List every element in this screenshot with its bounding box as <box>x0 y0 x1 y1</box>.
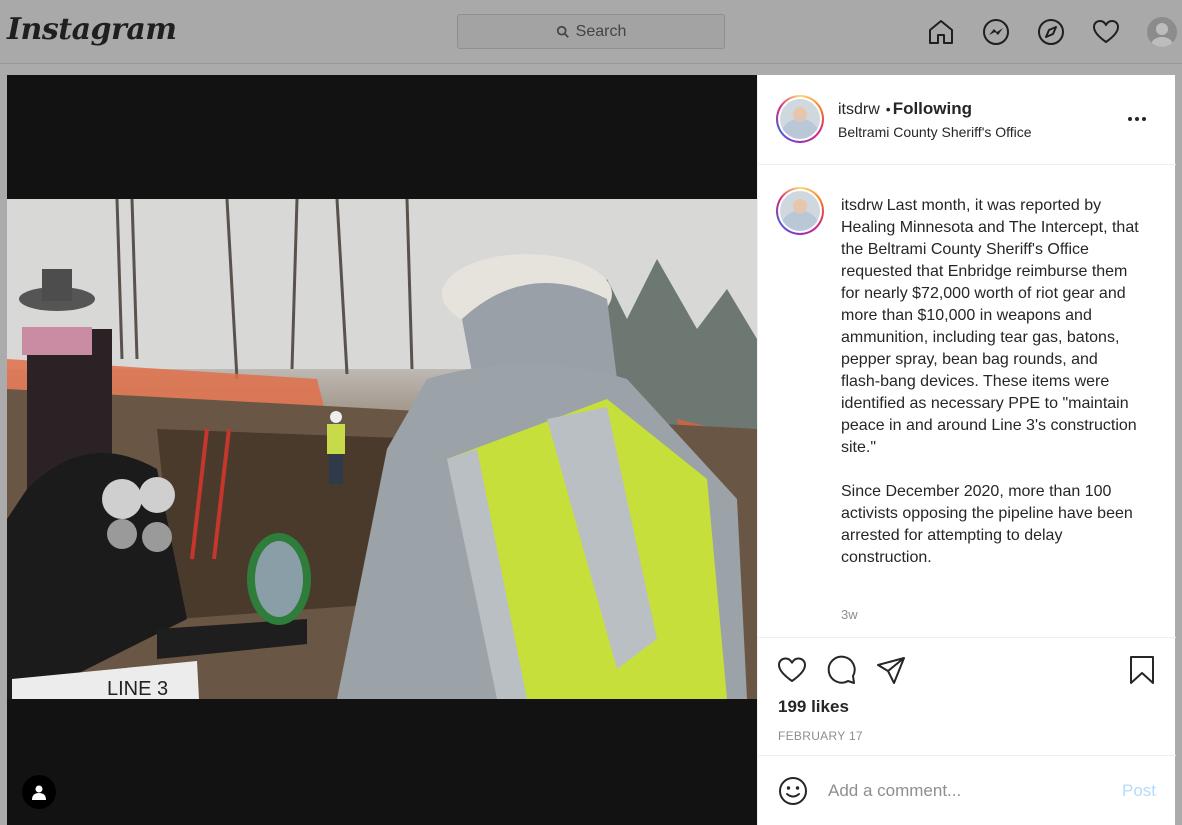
post-details-panel: itsdrw • Following Beltrami County Sheriff… <box>757 75 1176 825</box>
comment-box: Post <box>758 755 1176 825</box>
photo-illustration: LINE 3 <box>7 199 757 699</box>
like-count[interactable]: 199 likes <box>778 697 849 717</box>
top-nav-bar: Instagram Search <box>0 0 1182 64</box>
search-box[interactable]: Search <box>457 14 725 49</box>
post-media[interactable]: LINE 3 <box>7 75 757 825</box>
separator-dot: • <box>885 101 891 117</box>
photo-sign-text: LINE 3 <box>107 678 168 699</box>
post-photo[interactable]: LINE 3 <box>7 199 757 699</box>
comment-input[interactable] <box>828 778 1098 804</box>
caption-text: Last month, it was reported by Healing M… <box>841 197 1139 566</box>
profile-icon[interactable] <box>1146 16 1178 48</box>
author-line: itsdrw • Following <box>838 99 972 119</box>
post-date[interactable]: FEBRUARY 17 <box>778 729 863 743</box>
explore-icon[interactable] <box>1035 16 1067 48</box>
post-caption: itsdrw Last month, it was reported by Hea… <box>841 195 1141 569</box>
search-placeholder: Search <box>575 22 627 40</box>
save-icon[interactable] <box>1126 654 1158 686</box>
author-username[interactable]: itsdrw <box>838 101 880 118</box>
comment-icon[interactable] <box>826 654 858 686</box>
heart-icon[interactable] <box>1090 16 1122 48</box>
caption-author-avatar[interactable] <box>776 187 824 235</box>
post-header: itsdrw • Following Beltrami County Sheriff… <box>758 75 1176 165</box>
search-icon <box>556 25 569 38</box>
like-icon[interactable] <box>776 654 808 686</box>
caption-area: itsdrw Last month, it was reported by Hea… <box>758 165 1176 637</box>
post-time-ago[interactable]: 3w <box>841 607 858 622</box>
user-tag-icon[interactable] <box>22 775 56 809</box>
instagram-logo[interactable]: Instagram <box>7 12 177 47</box>
post-comment-button[interactable]: Post <box>1122 781 1156 801</box>
more-icon[interactable] <box>1128 111 1152 127</box>
share-icon[interactable] <box>875 654 907 686</box>
post-modal: LINE 3 itsdrw • Following Beltrami County … <box>7 75 1176 825</box>
post-location[interactable]: Beltrami County Sheriff's Office <box>838 124 1032 140</box>
emoji-icon[interactable] <box>778 776 808 806</box>
author-avatar[interactable] <box>776 95 824 143</box>
caption-author[interactable]: itsdrw <box>841 197 883 214</box>
home-icon[interactable] <box>925 16 957 48</box>
messenger-icon[interactable] <box>980 16 1012 48</box>
post-actions: 199 likes FEBRUARY 17 <box>758 637 1176 755</box>
following-button[interactable]: Following <box>893 99 972 118</box>
